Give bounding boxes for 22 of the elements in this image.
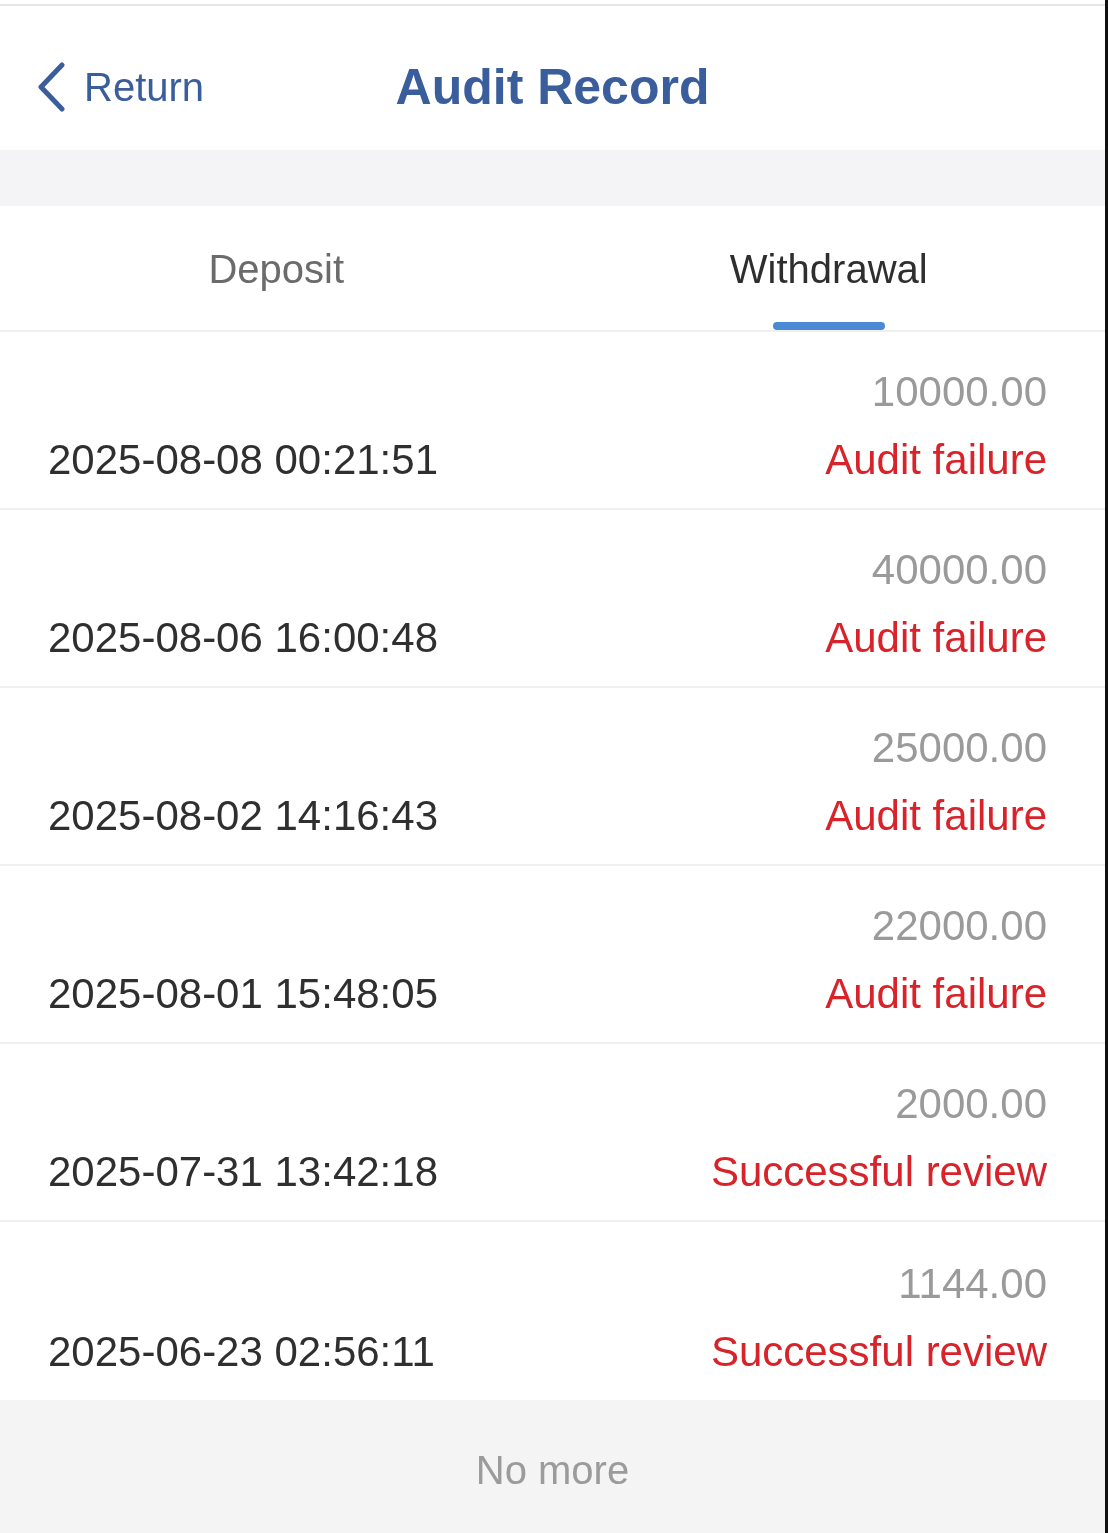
record-status: Audit failure xyxy=(825,792,1047,840)
back-chevron-icon xyxy=(36,62,66,112)
no-more-text: No more xyxy=(475,1447,630,1494)
record-amount: 10000.00 xyxy=(871,368,1047,416)
record-time: 2025-07-31 13:42:18 xyxy=(48,1148,438,1196)
record-status: Audit failure xyxy=(825,614,1047,662)
page-title: Audit Record xyxy=(395,58,710,117)
record-amount: 1144.00 xyxy=(898,1260,1047,1308)
record-status: Successful review xyxy=(710,1328,1047,1376)
record-amount: 2000.00 xyxy=(895,1080,1047,1128)
record-amount: 22000.00 xyxy=(871,902,1047,950)
record-status: Audit failure xyxy=(825,970,1047,1018)
record-time: 2025-08-02 14:16:43 xyxy=(48,792,438,840)
record-amount: 40000.00 xyxy=(871,546,1047,594)
record-status: Successful review xyxy=(710,1148,1047,1196)
record-time: 2025-08-08 00:21:51 xyxy=(48,436,438,484)
record-amount: 25000.00 xyxy=(871,724,1047,772)
record-time: 2025-06-23 02:56:11 xyxy=(48,1328,435,1376)
record-time: 2025-08-06 16:00:48 xyxy=(48,614,438,662)
return-button[interactable]: Return xyxy=(36,62,205,112)
record-time: 2025-08-01 15:48:05 xyxy=(48,970,438,1018)
record-status: Audit failure xyxy=(825,436,1047,484)
